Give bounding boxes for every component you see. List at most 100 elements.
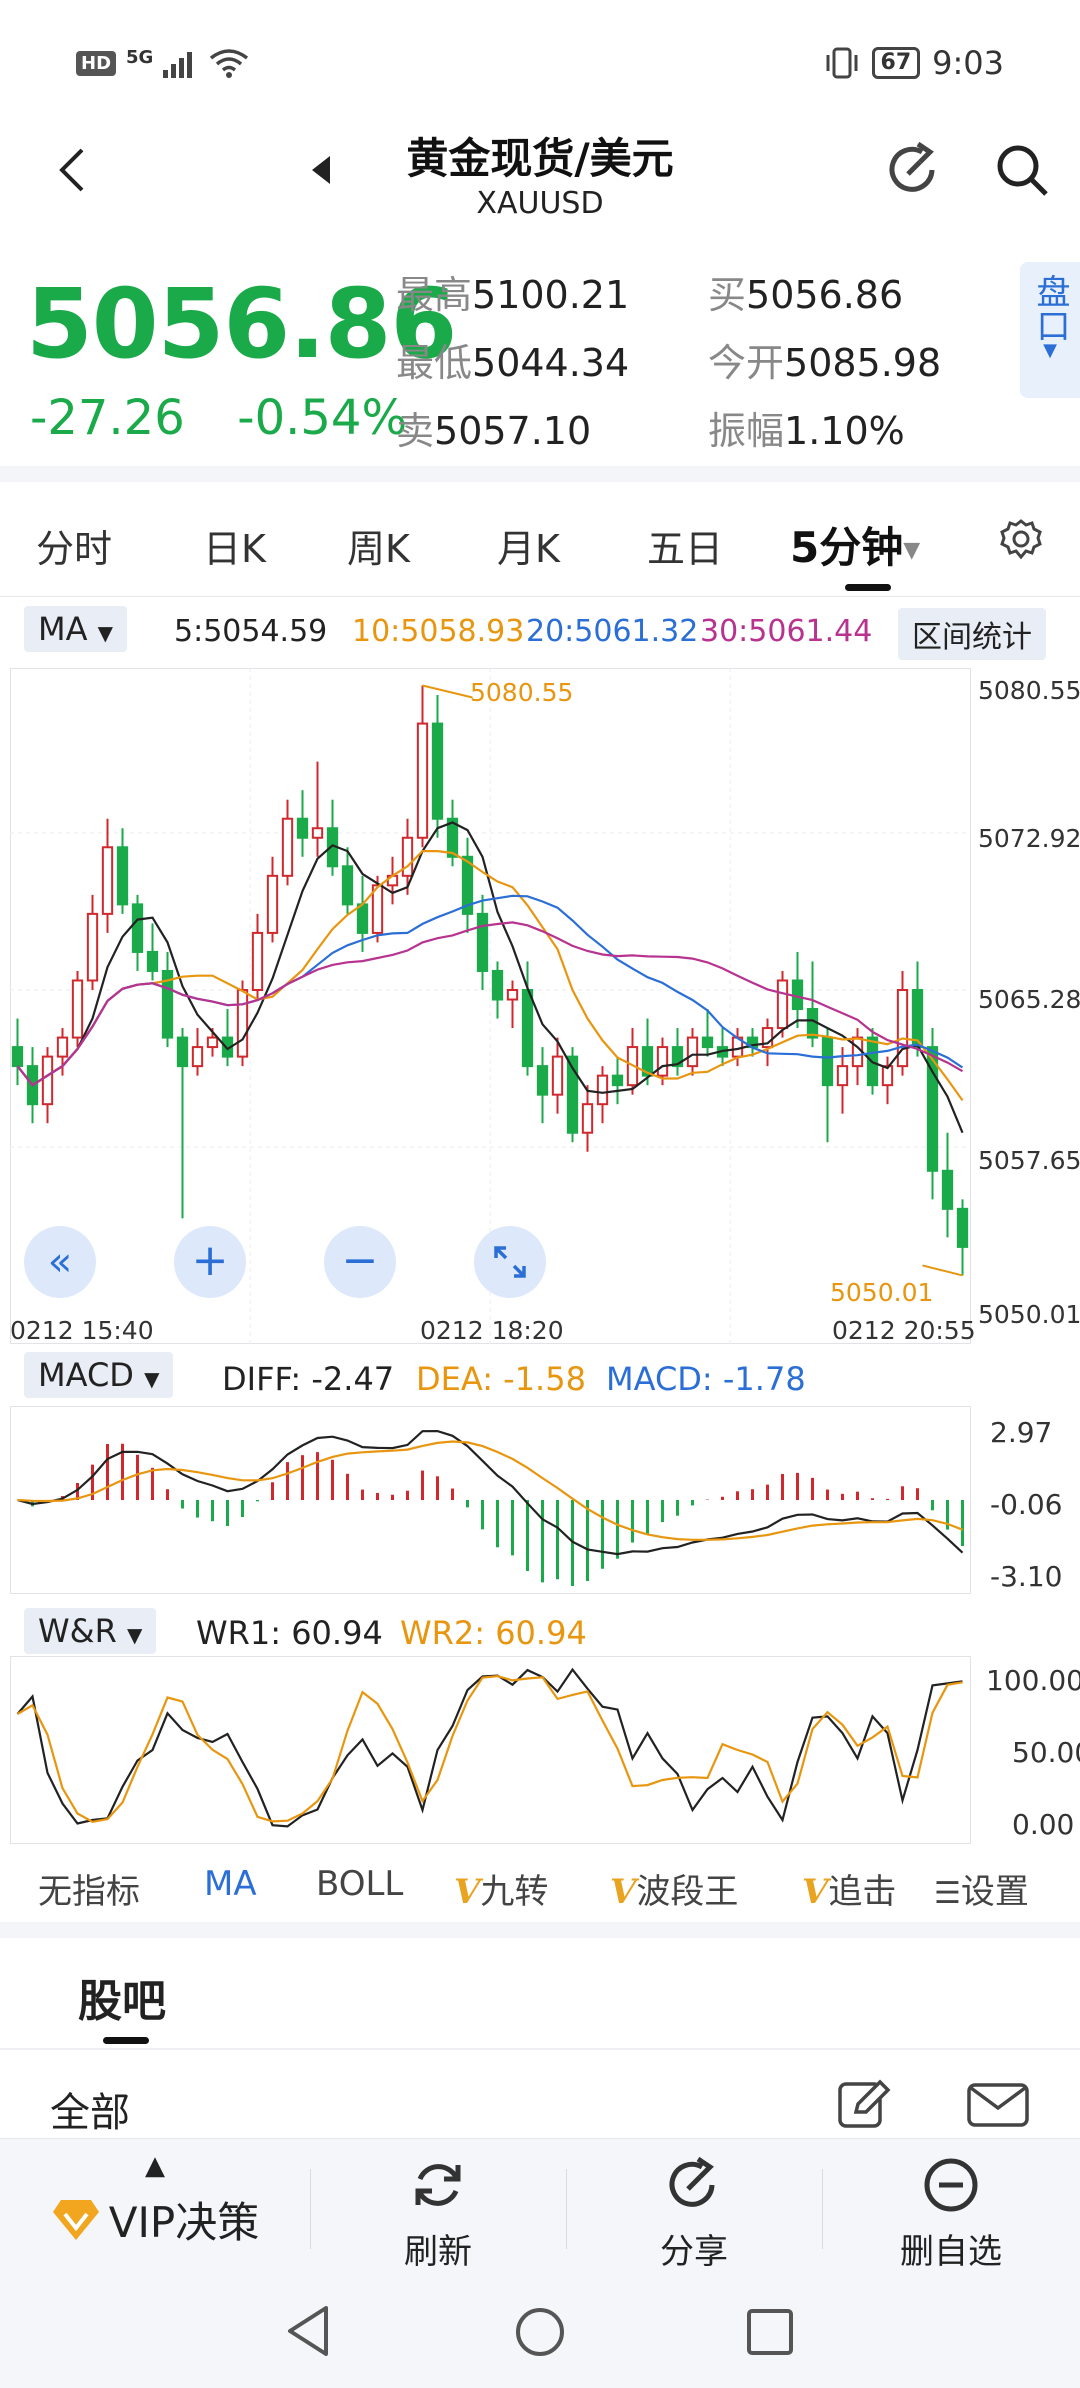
candle-down	[116, 846, 129, 906]
candle-up	[551, 1055, 564, 1096]
indicator-boll[interactable]: BOLL	[316, 1864, 403, 1904]
candle-up	[86, 912, 99, 982]
candle-up	[251, 931, 264, 991]
guba-tab[interactable]: 股吧	[78, 1965, 166, 2029]
wr-y-label: 0.00	[1012, 1808, 1075, 1841]
candle-down	[611, 1074, 624, 1087]
y-axis-label: 5080.55	[978, 676, 1080, 705]
candle-down	[911, 989, 924, 1049]
vip-decision-button[interactable]: ▲ VIP决策	[0, 2139, 310, 2279]
min-price-marker: 5050.01	[830, 1278, 934, 1307]
indicator-none[interactable]: 无指标	[38, 1864, 140, 1913]
search-icon[interactable]	[992, 140, 1052, 200]
indicator-tabs: 无指标 MA BOLL V九转 V波段王 V追击 ☰设置	[0, 1850, 1080, 1920]
diamond-icon	[52, 2199, 99, 2240]
max-price-marker: 5080.55	[470, 678, 574, 707]
candle-up	[401, 836, 414, 877]
wr-chart[interactable]	[10, 1656, 1070, 1844]
price-change: -27.26 -0.54%	[30, 390, 407, 446]
tab-intraday[interactable]: 分时	[36, 518, 112, 573]
indicator-settings[interactable]: ☰设置	[928, 1864, 1029, 1913]
current-price: 5056.86	[26, 268, 457, 380]
macd-chart[interactable]	[10, 1406, 1070, 1594]
candle-up	[56, 1036, 69, 1058]
battery-level: 67	[871, 47, 921, 79]
wr-selector[interactable]: W&R ▼	[24, 1608, 157, 1654]
tab-week-k[interactable]: 周K	[347, 518, 410, 573]
candle-up	[581, 1103, 594, 1134]
clock-time: 9:03	[932, 44, 1004, 82]
candle-down	[821, 1036, 834, 1087]
nav-back-icon[interactable]	[282, 2302, 334, 2360]
change-percent: -0.54%	[237, 390, 408, 446]
indicator-boduan[interactable]: V波段王	[610, 1864, 738, 1913]
candle-down	[11, 1046, 24, 1068]
y-axis-label: 5065.28	[978, 985, 1080, 1014]
candle-down	[491, 969, 504, 1001]
scroll-left-button[interactable]: «	[24, 1226, 96, 1298]
macd-selector[interactable]: MACD ▼	[24, 1352, 174, 1398]
expand-icon	[494, 1246, 526, 1278]
x-axis-label: 0212 20:55	[832, 1316, 976, 1345]
share-icon	[669, 2156, 715, 2207]
fullscreen-button[interactable]	[474, 1226, 546, 1298]
filter-all[interactable]: 全部	[50, 2080, 130, 2138]
v-badge-icon: V	[610, 1872, 637, 1912]
tab-five-day[interactable]: 五日	[647, 518, 723, 573]
macd-macd-value: MACD: -1.78	[606, 1360, 806, 1398]
edit-icon[interactable]	[836, 2078, 892, 2130]
candle-down	[131, 903, 144, 953]
candle-up	[206, 1036, 219, 1049]
period-tabs: 分时 日K 周K 月K 五日 5分钟▼	[0, 500, 1080, 600]
ma20-value: 20:5061.32	[526, 614, 699, 649]
tab-5min[interactable]: 5分钟▼	[790, 514, 920, 575]
remove-watchlist-button[interactable]: 删自选	[822, 2139, 1080, 2279]
share-button[interactable]: 分享	[566, 2139, 822, 2279]
bottom-action-bar: ▲ VIP决策 刷新 分享 删自选	[0, 2138, 1080, 2278]
minus-icon: −	[341, 1235, 379, 1286]
zoom-out-button[interactable]: −	[324, 1226, 396, 1298]
mail-icon[interactable]	[966, 2082, 1030, 2128]
y-axis-label: 5050.01	[978, 1300, 1080, 1329]
candle-up	[506, 989, 519, 1001]
candle-up	[71, 979, 84, 1039]
candle-down	[536, 1065, 549, 1096]
tab-month-k[interactable]: 月K	[497, 518, 560, 573]
y-axis-label: 5057.65	[978, 1146, 1080, 1175]
wr2-value: WR2: 60.94	[400, 1614, 587, 1652]
ma-selector[interactable]: MA ▼	[24, 606, 128, 652]
guba-divider	[0, 2048, 1080, 2050]
refresh-button[interactable]: 刷新	[310, 2139, 566, 2279]
pankou-button[interactable]: 盘口 ▼	[1020, 262, 1080, 398]
gear-icon[interactable]	[998, 516, 1044, 562]
y-axis-label: 5072.92	[978, 824, 1080, 853]
wifi-icon	[210, 49, 249, 78]
caret-down-icon: ▼	[97, 621, 114, 645]
nav-recents-icon[interactable]	[744, 2306, 796, 2358]
amplitude-stat: 振幅1.10%	[708, 409, 905, 453]
range-stat-button[interactable]: 区间统计	[898, 608, 1046, 660]
indicator-ma[interactable]: MA	[204, 1864, 257, 1904]
ma10-value: 10:5058.93	[352, 614, 525, 649]
zoom-in-button[interactable]: +	[174, 1226, 246, 1298]
x-axis-label: 0212 18:20	[420, 1316, 564, 1345]
remove-circle-icon	[924, 2158, 978, 2212]
candle-down	[341, 865, 354, 906]
macd-y-label: -3.10	[990, 1560, 1063, 1593]
caret-up-icon: ▲	[145, 2151, 165, 2181]
change-value: -27.26	[30, 390, 185, 446]
macd-dea-value: DEA: -1.58	[416, 1360, 586, 1398]
ma-selector-label: MA	[38, 610, 88, 648]
share-refresh-icon[interactable]	[884, 140, 944, 200]
v-badge-icon: V	[454, 1872, 481, 1912]
network-label: 5G	[126, 46, 154, 68]
tab-day-k[interactable]: 日K	[203, 518, 266, 573]
indicator-jiuzhuan[interactable]: V九转	[454, 1864, 548, 1913]
hd-icon: HD	[76, 50, 117, 76]
ma30-value: 30:5061.44	[700, 614, 873, 649]
nav-home-icon[interactable]	[512, 2304, 568, 2360]
active-tab-indicator	[103, 2037, 149, 2044]
indicator-zhuiji[interactable]: V追击	[802, 1864, 922, 1913]
candle-up	[101, 846, 114, 915]
candle-down	[791, 979, 804, 1011]
